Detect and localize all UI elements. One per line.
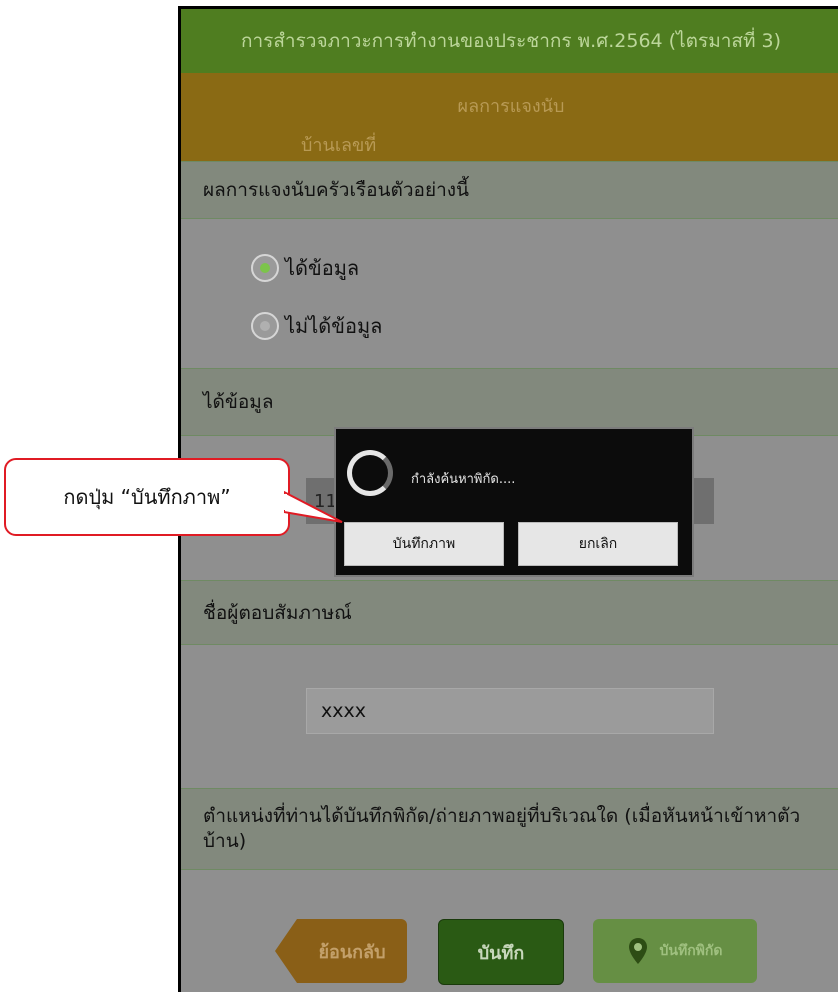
- radio-button-icon[interactable]: [251, 254, 279, 282]
- location-pin-icon: [628, 938, 647, 964]
- save-gps-button[interactable]: บันทึกพิกัด: [593, 919, 757, 983]
- save-button[interactable]: บันทึก: [438, 919, 564, 985]
- section-location-question: ตำแหน่งที่ท่านได้บันทึกพิกัด/ถ่ายภาพอยู่…: [181, 788, 838, 870]
- result-label: ผลการแจงนับ: [457, 96, 565, 117]
- section-household-result: ผลการแจงนับครัวเรือนตัวอย่างนี้: [181, 161, 838, 219]
- progress-dialog: กำลังค้นหาพิกัด.... บันทึกภาพ ยกเลิก: [334, 427, 694, 577]
- radio-no-data[interactable]: ไม่ได้ข้อมูล: [251, 310, 382, 342]
- back-button[interactable]: ย้อนกลับ: [297, 919, 407, 983]
- back-arrow-shape: [275, 919, 297, 983]
- house-number-label: บ้านเลขที่: [301, 135, 377, 156]
- section-respondent-name: ชื่อผู้ตอบสัมภาษณ์: [181, 580, 838, 645]
- save-photo-button[interactable]: บันทึกภาพ: [344, 522, 504, 566]
- radio-label: ไม่ได้ข้อมูล: [285, 314, 383, 338]
- loading-spinner-icon: [347, 450, 393, 496]
- instruction-callout: กดปุ่ม “บันทึกภาพ”: [4, 458, 290, 536]
- radio-got-data[interactable]: ได้ข้อมูล: [251, 252, 359, 284]
- respondent-name-input[interactable]: xxxx: [306, 688, 714, 734]
- cancel-button[interactable]: ยกเลิก: [518, 522, 678, 566]
- radio-button-icon[interactable]: [251, 312, 279, 340]
- dialog-message: กำลังค้นหาพิกัด....: [411, 472, 516, 487]
- callout-pointer: [284, 490, 343, 523]
- save-gps-label: บันทึกพิกัด: [659, 943, 723, 959]
- survey-title: การสำรวจภาวะการทำงานของประชากร พ.ศ.2564 …: [181, 9, 838, 73]
- radio-label: ได้ข้อมูล: [285, 256, 360, 280]
- result-header: ผลการแจงนับ บ้านเลขที่: [181, 73, 838, 161]
- section-got-data: ได้ข้อมูล: [181, 368, 838, 436]
